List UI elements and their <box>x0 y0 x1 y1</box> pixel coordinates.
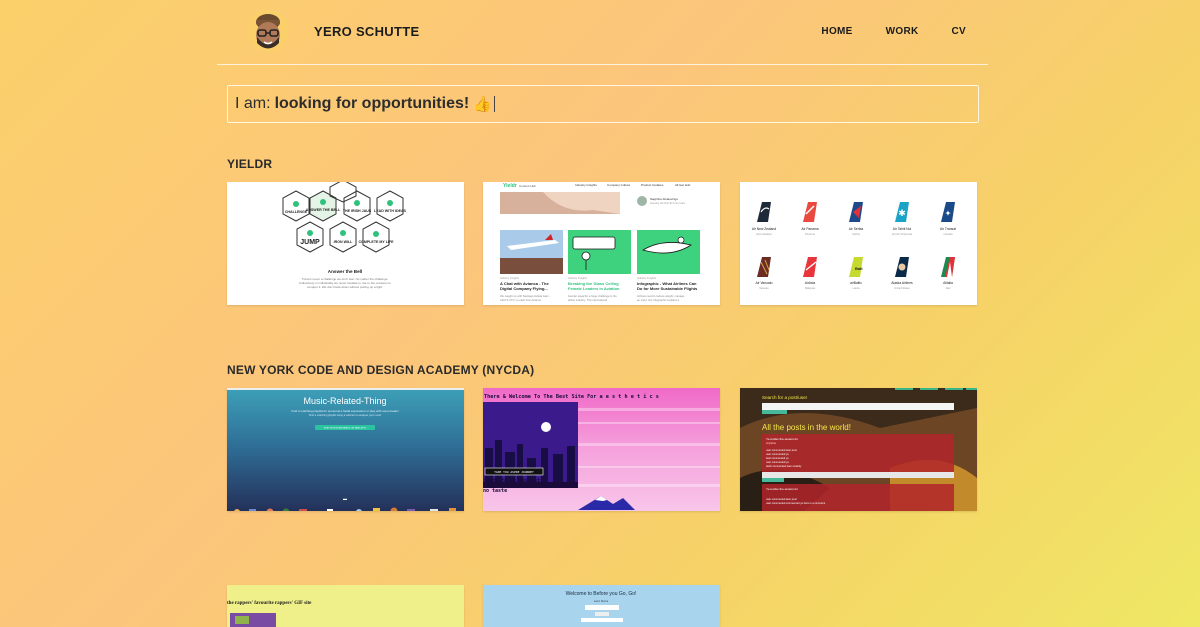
search-label: Search for a post/user <box>762 395 808 400</box>
music-title: Music-Related-Thing <box>303 396 386 406</box>
article-excerpt: Gender equal for a huge challenge in the <box>568 294 617 298</box>
airline-country: Panama <box>805 232 815 236</box>
nav-cv[interactable]: CV <box>952 26 967 37</box>
airline-name: airBaltic <box>850 281 862 285</box>
hub-nav-item: Product Updates <box>641 183 664 187</box>
text-caret <box>493 96 495 112</box>
music-subtitle: Find a matching playlist using a webcam … <box>309 413 382 417</box>
top-bar: YERO SCHUTTE HOME WORK CV <box>217 0 988 65</box>
aesthetics-button: TAKE YOU ASPRE JOURNEY <box>494 470 534 474</box>
project-card-content-hub[interactable]: Yieldr Content Hub Industry Insights Com… <box>483 182 720 305</box>
tagline-prefix: I am: <box>235 95 271 112</box>
nav-home[interactable]: HOME <box>821 26 852 37</box>
airline-country: Vanuatu <box>759 286 769 290</box>
typed-tagline: I am: looking for opportunities! 👍 <box>227 85 979 123</box>
post-line: user commented commented ye here is a co… <box>766 501 825 505</box>
airline-name: Air Transat <box>940 227 956 231</box>
svg-text:✦: ✦ <box>945 209 952 218</box>
hub-nav-item: Industry Insights <box>575 183 597 187</box>
article-excerpt: an input. Our infographic explains it <box>637 298 679 302</box>
posts-headline: All the posts in the world! <box>762 423 851 432</box>
hex-label: LEAD WITH IDEAS <box>374 209 407 213</box>
hub-brand: Yieldr <box>503 183 517 189</box>
airline-name: Air Tahiti Nui <box>893 227 912 231</box>
article-title: Do for More Sustainable Flights <box>637 286 698 291</box>
hex-label: IRON WILL <box>334 240 354 244</box>
hex-label: THE IRISH JAUS <box>343 209 372 213</box>
airline-country: New Zealand <box>756 232 772 236</box>
rappers-headline: the rappers' favourite rappers' GIF site <box>227 601 312 606</box>
hub-nav-item: All Get Hub <box>675 183 691 187</box>
post-line: user commented ye <box>766 452 789 456</box>
article-excerpt: airline industry. This international <box>568 298 607 302</box>
article-tag: Industry Insights <box>637 276 657 280</box>
post-line: teeth commented teen smacky <box>766 464 802 468</box>
airline-country: Malaysia <box>805 286 816 290</box>
post-author: Ye-tooller-the-testers.lst <box>766 487 798 491</box>
hub-author: Sapphire-Delauvings <box>650 197 678 201</box>
post-line: best commented ye <box>766 456 789 460</box>
section-title-yieldr: YIELDR <box>227 157 273 171</box>
airline-name: Air Vanuatu <box>756 281 773 285</box>
airline-name: Alaska Airlines <box>891 281 913 285</box>
airline-country: Italy <box>946 286 951 290</box>
hex-label: CHALLENGE <box>285 210 308 214</box>
hub-author-meta: January 20 2017 ■ 3 min read <box>650 201 685 205</box>
post-line: user commented teen post <box>766 448 797 452</box>
project-card-before-you-go[interactable]: Welcome to Before you Go, Go! Let's find… <box>483 585 720 627</box>
card-body-line: conquer it. We don't back down without p… <box>307 285 383 289</box>
post-date: Anytime <box>766 441 777 445</box>
project-card-airline-tails[interactable]: ✱ ✦ Balt Air New Zealand Air Panama Air … <box>740 182 977 305</box>
project-card-rappers-gif-site[interactable]: the rappers' favourite rappers' GIF site <box>227 585 464 627</box>
airline-country: Canada <box>943 232 953 236</box>
main-nav: HOME WORK CV <box>788 26 966 37</box>
airline-name: Air New Zealand <box>752 227 777 231</box>
project-card-aesthetics-site[interactable]: There & Welcome To The Best Site For a e… <box>483 388 720 511</box>
airline-country: United States <box>894 286 910 290</box>
article-excerpt: Airlines need to reduce weight, manage <box>637 294 685 298</box>
airline-name: Air Serbia <box>849 227 864 231</box>
aesthetics-line: ready to be aesthetic <box>483 478 546 484</box>
music-button: PLAY WITH SOME BEATS OR TAKE A PIC <box>324 427 367 430</box>
airline-country: French Polynesia <box>892 232 913 236</box>
article-tag: Industry Insights <box>568 276 588 280</box>
airline-name: AirAsia <box>805 281 816 285</box>
airline-country: Latvia <box>853 286 860 290</box>
airline-country: Serbia <box>852 232 860 236</box>
airline-name: Alitalia <box>943 281 953 285</box>
article-excerpt: CEO & CTO, to each how Avianca <box>500 298 541 302</box>
hex-label: COMPLETE MY LIFE <box>358 240 394 244</box>
project-card-answer-the-bell[interactable]: CHALLENGE ANSWER THE BELL THE IRISH JAUS… <box>227 182 464 305</box>
aesthetics-line: no taste <box>483 488 507 494</box>
post-line: user commented ye <box>766 460 789 464</box>
airline-name: Air Panama <box>801 227 818 231</box>
before-go-sub: Let's find a <box>594 599 609 603</box>
article-title: Female Leaders in Aviation <box>568 286 620 291</box>
thumbs-up-icon: 👍 <box>473 96 492 113</box>
before-go-headline: Welcome to Before you Go, Go! <box>566 591 637 597</box>
article-tag: Industry Insights <box>500 276 520 280</box>
brand-name[interactable]: YERO SCHUTTE <box>314 24 419 39</box>
hub-brand-sub: Content Hub <box>519 184 536 188</box>
hub-nav-item: Company Culture <box>607 183 631 187</box>
article-excerpt: We caught up with Santiago Avileta Garc.… <box>500 294 551 298</box>
article-title: Digital Company Flying... <box>500 286 548 291</box>
airbaltic-logo-text: Balt <box>855 266 863 271</box>
music-subtitle: Find a matching playlist for someone's f… <box>291 409 398 413</box>
avatar[interactable] <box>247 10 289 52</box>
post-line: user commented teen post <box>766 497 797 501</box>
section-title-nycda: NEW YORK CODE AND DESIGN ACADEMY (NYCDA) <box>227 363 535 377</box>
svg-text:✱: ✱ <box>898 208 906 218</box>
tagline-value: looking for opportunities! <box>274 95 470 112</box>
project-card-music-related-thing[interactable]: Music-Related-Thing Find a matching play… <box>227 388 464 511</box>
aesthetics-headline: There & Welcome To The Best Site For a e… <box>484 394 659 400</box>
project-card-best-posts[interactable]: Search for a post/user All the posts in … <box>740 388 977 511</box>
hex-label: JUMP <box>300 239 320 246</box>
card-heading: Answer the Bell <box>328 269 362 274</box>
svg-text:▬: ▬ <box>343 496 347 501</box>
hex-label: ANSWER THE BELL <box>306 208 341 212</box>
nav-work[interactable]: WORK <box>886 26 919 37</box>
